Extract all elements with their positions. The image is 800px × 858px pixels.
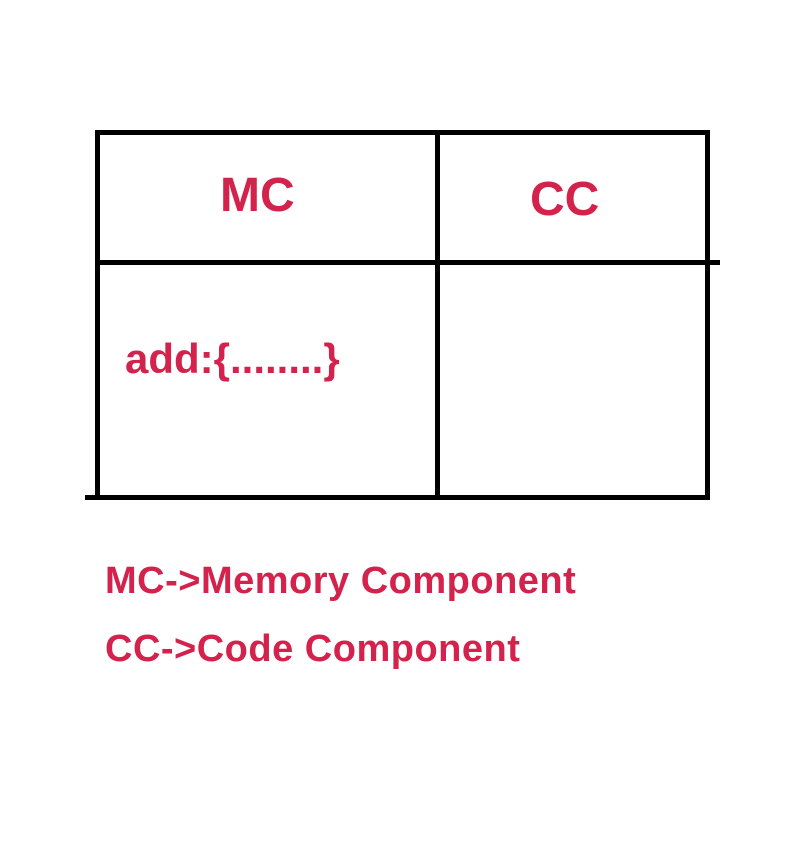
table-right-border <box>705 130 710 500</box>
table-bottom-border <box>85 495 710 500</box>
table-top-border <box>95 130 710 135</box>
component-table: MC CC add:{........} <box>95 130 710 500</box>
legend: MC->Memory Component CC->Code Component <box>105 560 710 671</box>
table-left-border <box>95 130 100 500</box>
legend-mc: MC->Memory Component <box>105 560 710 603</box>
table-mid-vertical <box>435 130 440 500</box>
header-cc: CC <box>530 172 599 227</box>
header-mc: MC <box>220 168 295 223</box>
legend-cc: CC->Code Component <box>105 628 710 671</box>
table-mid-border <box>95 260 720 265</box>
diagram-container: MC CC add:{........} MC->Memory Componen… <box>95 130 710 696</box>
cell-add-function: add:{........} <box>125 335 340 383</box>
